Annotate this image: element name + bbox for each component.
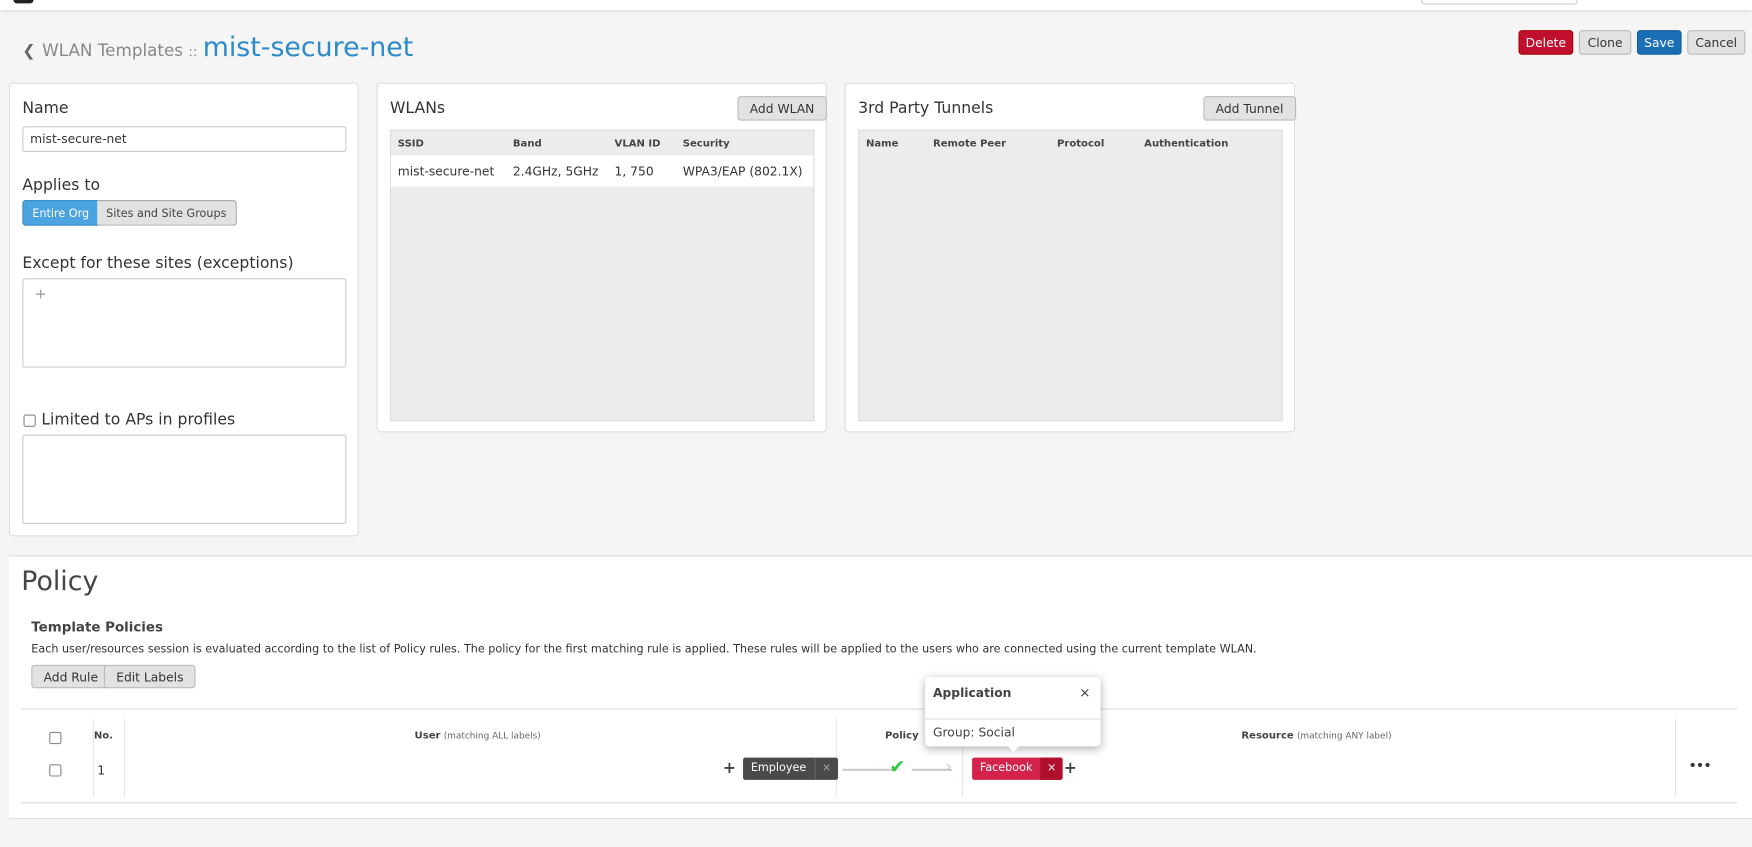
save-button[interactable]: Save [1636,30,1682,55]
plus-icon[interactable]: + [35,283,47,308]
policy-section: Policy Template Policies Each user/resou… [8,555,1752,820]
close-icon[interactable]: × [1079,685,1090,701]
column-header-policy: Policy [884,730,919,742]
add-resource-label-plus-icon[interactable]: + [1064,760,1077,778]
applies-entire-org-toggle[interactable]: Entire Org [22,200,100,226]
template-policies-heading: Template Policies [31,619,163,635]
column-header-authentication: Authentication [1144,138,1229,150]
delete-button[interactable]: Delete [1518,30,1574,55]
policy-rules-table: No. User (matching ALL labels) Policy Re… [21,708,1738,804]
cancel-button[interactable]: Cancel [1687,30,1746,55]
policy-arrow-line [842,768,893,771]
remove-user-label-icon[interactable]: × [814,757,838,780]
column-header-remote-peer: Remote Peer [932,138,1007,150]
wlan-security: WPA3/EAP (802.1X) [682,164,803,179]
name-label: Name [22,99,69,118]
breadcrumb-separator: :: [188,43,198,60]
table-row[interactable]: mist-secure-net 2.4GHz, 5GHz 1, 750 WPA3… [391,155,814,187]
column-header-name: Name [865,138,899,150]
application-popover: Application × Group: Social [925,677,1101,752]
table-row[interactable]: 1 + Employee × ✔ › Facebook × + ••• [21,754,1737,799]
arrow-right-icon: › [945,756,952,777]
column-header-user: User (matching ALL labels) [414,730,541,742]
remove-resource-label-icon[interactable]: × [1040,757,1064,780]
template-settings-panel: Name mist-secure-net Applies to Entire O… [8,82,359,537]
wlans-title: WLANs [389,99,446,118]
add-tunnel-button[interactable]: Add Tunnel [1203,96,1296,121]
ap-profiles-input[interactable] [22,434,347,525]
wlan-ssid[interactable]: mist-secure-net [398,164,495,179]
breadcrumb: ❮ WLAN Templates :: mist-secure-net [22,31,413,62]
column-header-ssid: SSID [397,138,424,150]
user-label-tag[interactable]: Employee × [743,757,838,780]
exceptions-label: Except for these sites (exceptions) [22,254,294,273]
wlan-band: 2.4GHz, 5GHz [512,164,599,179]
rule-checkbox[interactable] [49,764,62,777]
global-search-input[interactable] [1421,0,1578,5]
policy-description: Each user/resources session is evaluated… [31,643,1257,656]
wlan-vlan: 1, 750 [614,164,654,179]
popover-pointer [1005,744,1022,752]
applies-to-label: Applies to [22,176,101,195]
wlans-table: SSID Band VLAN ID Security mist-secure-n… [389,129,815,422]
add-rule-button[interactable]: Add Rule [31,664,111,689]
limited-to-aps-label: Limited to APs in profiles [41,411,236,430]
column-header-resource: Resource (matching ANY label) [1241,730,1392,742]
resource-label-tag[interactable]: Facebook × [972,757,1064,780]
clone-button[interactable]: Clone [1578,30,1632,55]
column-header-protocol: Protocol [1057,138,1105,150]
limited-to-aps-checkbox[interactable] [23,414,36,427]
edit-labels-button[interactable]: Edit Labels [103,664,196,689]
user-label-text: Employee [750,762,807,775]
chevron-left-icon[interactable]: ❮ [22,42,35,60]
column-header-no: No. [93,730,114,742]
more-options-icon[interactable]: ••• [1688,758,1711,775]
page-title: mist-secure-net [202,31,414,63]
column-header-band: Band [512,138,542,150]
name-input[interactable]: mist-secure-net [22,126,347,152]
add-wlan-button[interactable]: Add WLAN [737,96,827,121]
column-header-vlan: VLAN ID [614,138,661,150]
tunnels-panel: 3rd Party Tunnels Add Tunnel Name Remote… [844,82,1296,433]
wlans-panel: WLANs Add WLAN SSID Band VLAN ID Securit… [376,82,827,433]
app-logo[interactable] [13,0,34,4]
breadcrumb-parent-link[interactable]: WLAN Templates [42,40,183,60]
resource-label-text: Facebook [979,762,1033,775]
exceptions-input[interactable]: + [22,278,347,368]
policy-title: Policy [21,565,99,597]
popover-body: Group: Social [932,725,1015,740]
add-user-label-plus-icon[interactable]: + [723,760,736,778]
select-all-checkbox[interactable] [49,731,62,745]
applies-sites-toggle[interactable]: Sites and Site Groups [97,200,237,226]
tunnels-table: Name Remote Peer Protocol Authentication [858,129,1283,422]
rule-number: 1 [97,763,106,778]
popover-title: Application [932,686,1012,701]
check-icon[interactable]: ✔ [889,756,905,778]
tunnels-title: 3rd Party Tunnels [858,99,994,118]
column-header-security: Security [682,138,730,150]
